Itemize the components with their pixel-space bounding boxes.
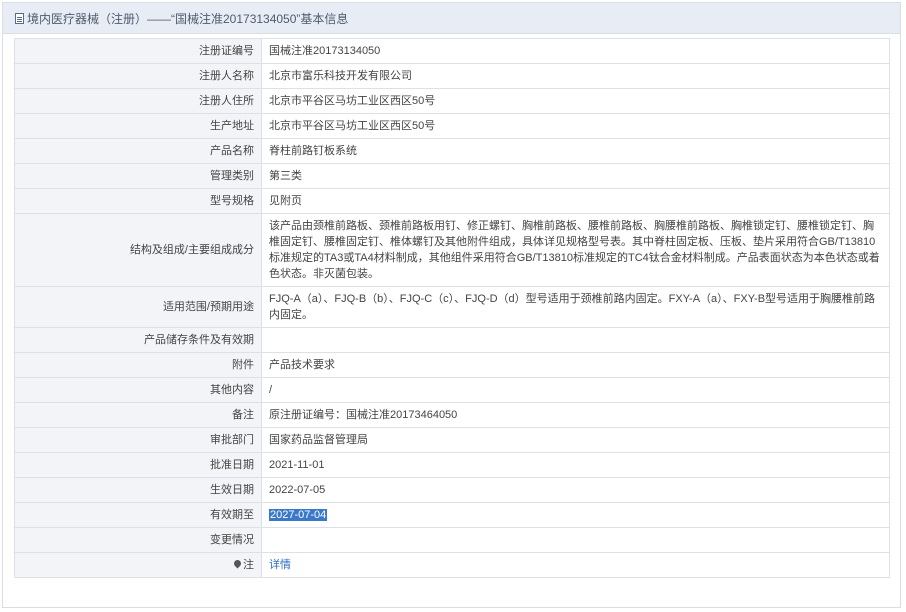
field-value-category: 第三类 <box>261 163 890 189</box>
table-row: 有效期至 2027-07-04 <box>14 502 890 528</box>
field-value-registrant-address: 北京市平谷区马坊工业区西区50号 <box>261 88 890 114</box>
field-label-expiry-date: 有效期至 <box>14 502 262 528</box>
table-row: 型号规格 见附页 <box>14 188 890 214</box>
pin-icon <box>232 558 243 569</box>
field-label-approval-dept: 审批部门 <box>14 427 262 453</box>
field-label-intended-use: 适用范围/预期用途 <box>14 286 262 328</box>
table-row: 注 详情 <box>14 552 890 578</box>
field-label-reg-number: 注册证编号 <box>14 38 262 64</box>
field-value-registrant-name: 北京市富乐科技开发有限公司 <box>261 63 890 89</box>
panel-title: 境内医疗器械（注册）——“国械注准20173134050”基本信息 <box>27 11 349 26</box>
field-label-changes: 变更情况 <box>14 527 262 553</box>
field-label-registrant-address: 注册人住所 <box>14 88 262 114</box>
document-icon <box>15 12 24 24</box>
table-row: 产品名称 脊柱前路钉板系统 <box>14 138 890 164</box>
field-value-production-address: 北京市平谷区马坊工业区西区50号 <box>261 113 890 139</box>
field-label-storage: 产品储存条件及有效期 <box>14 327 262 353</box>
field-value-approval-date: 2021-11-01 <box>261 452 890 478</box>
field-value-remarks: 原注册证编号：国械注准20173464050 <box>261 402 890 428</box>
field-value-approval-dept: 国家药品监督管理局 <box>261 427 890 453</box>
field-label-composition: 结构及组成/主要组成成分 <box>14 213 262 287</box>
field-label-product-name: 产品名称 <box>14 138 262 164</box>
table-row: 生产地址 北京市平谷区马坊工业区西区50号 <box>14 113 890 139</box>
selected-expiry-text[interactable]: 2027-07-04 <box>269 509 328 521</box>
table-row: 结构及组成/主要组成成分 该产品由颈椎前路板、颈椎前路板用钉、修正螺钉、胸椎前路… <box>14 213 890 287</box>
info-table: 注册证编号 国械注准20173134050 注册人名称 北京市富乐科技开发有限公… <box>14 38 890 578</box>
field-label-note: 注 <box>14 552 262 578</box>
field-label-registrant-name: 注册人名称 <box>14 63 262 89</box>
table-row: 备注 原注册证编号：国械注准20173464050 <box>14 402 890 428</box>
table-row: 注册人住所 北京市平谷区马坊工业区西区50号 <box>14 88 890 114</box>
field-value-intended-use: FJQ-A（a）、FJQ-B（b）、FJQ-C（c）、FJQ-D（d）型号适用于… <box>261 286 890 328</box>
table-row: 附件 产品技术要求 <box>14 352 890 378</box>
note-label-text: 注 <box>243 559 254 571</box>
field-label-approval-date: 批准日期 <box>14 452 262 478</box>
field-value-expiry-date[interactable]: 2027-07-04 <box>261 502 890 528</box>
field-value-storage <box>261 327 890 353</box>
field-value-product-name: 脊柱前路钉板系统 <box>261 138 890 164</box>
table-row: 其他内容 / <box>14 377 890 403</box>
field-value-composition: 该产品由颈椎前路板、颈椎前路板用钉、修正螺钉、胸椎前路板、腰椎前路板、胸腰椎前路… <box>261 213 890 287</box>
field-value-changes <box>261 527 890 553</box>
table-row: 审批部门 国家药品监督管理局 <box>14 427 890 453</box>
table-row: 批准日期 2021-11-01 <box>14 452 890 478</box>
table-row: 变更情况 <box>14 527 890 553</box>
table-row: 注册证编号 国械注准20173134050 <box>14 38 890 64</box>
field-label-category: 管理类别 <box>14 163 262 189</box>
table-row: 生效日期 2022-07-05 <box>14 477 890 503</box>
field-label-other: 其他内容 <box>14 377 262 403</box>
field-value-other: / <box>261 377 890 403</box>
field-label-attachment: 附件 <box>14 352 262 378</box>
field-value-reg-number: 国械注准20173134050 <box>261 38 890 64</box>
field-label-effective-date: 生效日期 <box>14 477 262 503</box>
details-link[interactable]: 详情 <box>269 559 291 571</box>
table-row: 注册人名称 北京市富乐科技开发有限公司 <box>14 63 890 89</box>
field-label-remarks: 备注 <box>14 402 262 428</box>
table-row: 管理类别 第三类 <box>14 163 890 189</box>
field-value-attachment: 产品技术要求 <box>261 352 890 378</box>
field-value-note: 详情 <box>261 552 890 578</box>
field-value-model-spec: 见附页 <box>261 188 890 214</box>
field-label-production-address: 生产地址 <box>14 113 262 139</box>
table-row: 产品储存条件及有效期 <box>14 327 890 353</box>
field-label-model-spec: 型号规格 <box>14 188 262 214</box>
table-row: 适用范围/预期用途 FJQ-A（a）、FJQ-B（b）、FJQ-C（c）、FJQ… <box>14 286 890 328</box>
panel-header: 境内医疗器械（注册）——“国械注准20173134050”基本信息 <box>3 3 900 34</box>
field-value-effective-date: 2022-07-05 <box>261 477 890 503</box>
